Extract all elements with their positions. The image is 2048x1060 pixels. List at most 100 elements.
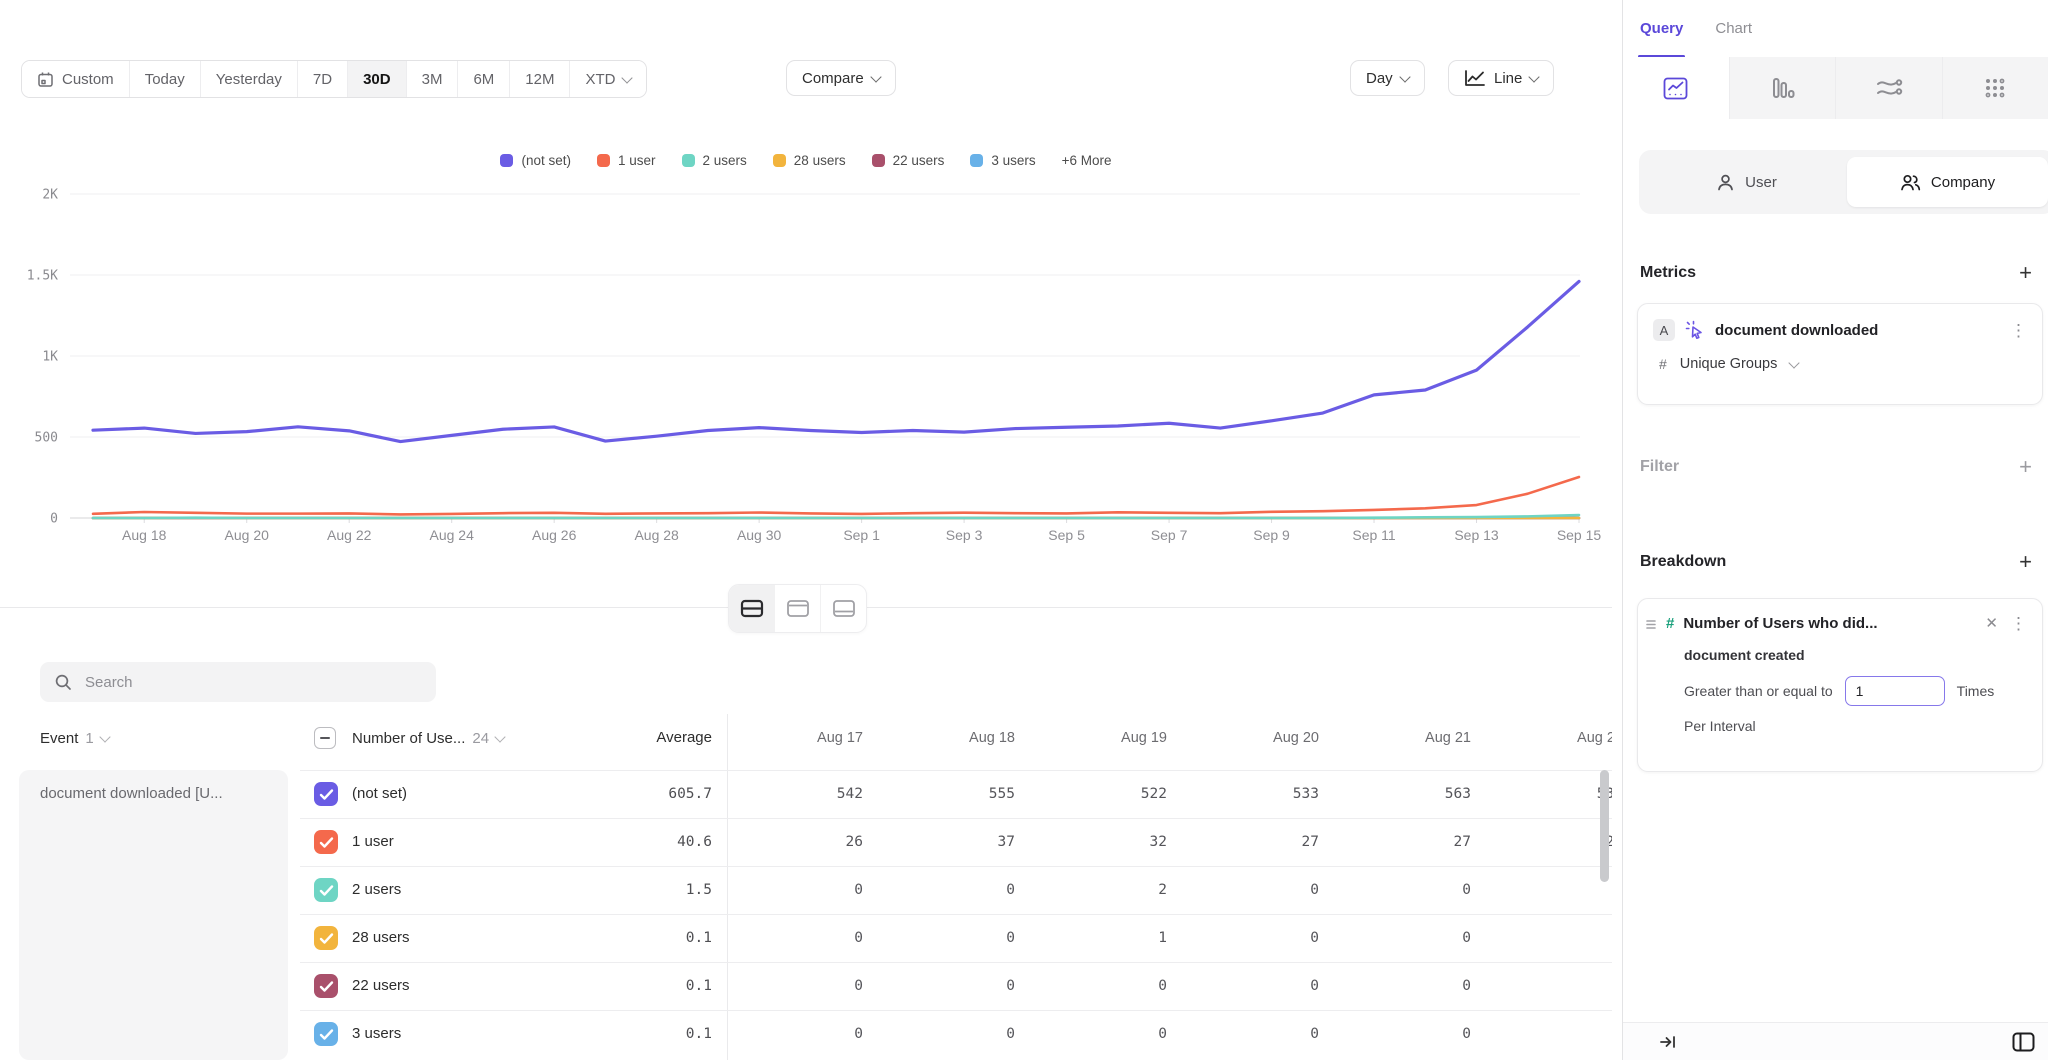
toggle-company[interactable]: Company	[1847, 157, 2048, 207]
average-value: 0.1	[560, 1010, 712, 1058]
value-cell: 0	[1485, 1010, 1612, 1058]
split-horizontal-icon	[740, 599, 764, 618]
range-label: Yesterday	[216, 71, 282, 88]
row-values: 542555522533563538	[725, 770, 1612, 818]
event-column-header[interactable]: Event 1	[40, 714, 109, 762]
breakdown-card[interactable]: # Number of Users who did... ✕ ⋮ documen…	[1637, 598, 2043, 772]
series-checkbox[interactable]	[314, 878, 338, 902]
company-icon	[1900, 173, 1921, 192]
value-cell: 28	[1485, 818, 1612, 866]
value-cell: 0	[877, 1010, 1029, 1058]
line-chart-icon	[1464, 70, 1486, 87]
average-column-header[interactable]: Average	[560, 714, 712, 762]
collapse-panel-icon[interactable]	[1659, 1034, 1677, 1050]
layout-toggle-panel-bottom[interactable]	[820, 585, 866, 632]
table-row[interactable]: 1 user40.6263732272728	[0, 818, 1612, 866]
date-column-header[interactable]: Aug 18	[877, 714, 1029, 762]
range-yesterday[interactable]: Yesterday	[200, 61, 297, 97]
add-metric-button[interactable]: +	[2019, 262, 2032, 284]
table-row[interactable]: 22 users0.1000000	[0, 962, 1612, 1010]
query-sidebar: Query Chart	[1622, 0, 2048, 1060]
event-header-label: Event	[40, 730, 78, 747]
tab-query[interactable]: Query	[1640, 0, 1683, 57]
range-7d[interactable]: 7D	[297, 61, 347, 97]
date-column-headers: Aug 17Aug 18Aug 19Aug 20Aug 21Aug 22	[725, 714, 1612, 762]
date-column-header[interactable]: Aug 22	[1485, 714, 1612, 762]
drag-handle-icon[interactable]	[1645, 618, 1657, 630]
breakdown-section-header: Breakdown +	[1640, 547, 2032, 577]
table-row[interactable]: 28 users0.1001000	[0, 914, 1612, 962]
chart-type-button[interactable]: Line	[1448, 60, 1554, 96]
range-3m[interactable]: 3M	[406, 61, 458, 97]
range-label: 30D	[363, 71, 391, 88]
range-30d[interactable]: 30D	[347, 61, 406, 97]
condition-value-input[interactable]	[1845, 676, 1945, 706]
layout-toggle-panel-top[interactable]	[774, 585, 820, 632]
side-panel-icon[interactable]	[2012, 1032, 2035, 1052]
series-label: 1 user	[352, 818, 394, 866]
tab-grid-chart[interactable]	[1942, 57, 2048, 119]
x-axis-tick-label: Aug 22	[327, 527, 372, 543]
range-xtd[interactable]: XTD	[569, 61, 646, 97]
date-column-header[interactable]: Aug 20	[1181, 714, 1333, 762]
table-row[interactable]: 2 users1.5002000	[0, 866, 1612, 914]
range-label: Custom	[62, 71, 114, 88]
chevron-down-icon	[1789, 357, 1800, 368]
metric-menu-icon[interactable]: ⋮	[2007, 322, 2030, 339]
event-count: 1	[85, 730, 93, 747]
value-cell: 0	[1485, 866, 1612, 914]
table-scrollbar[interactable]	[1600, 770, 1609, 882]
table-row[interactable]: (not set)605.7542555522533563538	[0, 770, 1612, 818]
date-column-header[interactable]: Aug 19	[1029, 714, 1181, 762]
range-today[interactable]: Today	[129, 61, 200, 97]
add-filter-button[interactable]: +	[2019, 456, 2032, 478]
value-cell: 0	[725, 962, 877, 1010]
x-axis-tick-label: Sep 1	[843, 527, 880, 543]
value-cell: 0	[877, 962, 1029, 1010]
granularity-button[interactable]: Day	[1350, 60, 1425, 96]
aggregation-dropdown[interactable]: # Unique Groups	[1638, 341, 2042, 372]
breakdown-menu-icon[interactable]: ⋮	[2007, 615, 2030, 632]
value-cell: 0	[1181, 866, 1333, 914]
table-row[interactable]: 3 users0.1000000	[0, 1010, 1612, 1058]
date-column-header[interactable]: Aug 17	[725, 714, 877, 762]
range-label: Today	[145, 71, 185, 88]
series-column-header[interactable]: Number of Use... 24	[352, 714, 504, 762]
value-cell: 0	[877, 866, 1029, 914]
select-all-checkbox[interactable]	[314, 727, 336, 749]
series-checkbox[interactable]	[314, 926, 338, 950]
value-cell: 0	[725, 866, 877, 914]
value-cell: 538	[1485, 770, 1612, 818]
toggle-user[interactable]: User	[1646, 157, 1847, 207]
metric-card[interactable]: A document downloaded ⋮ # Unique Groups	[1637, 303, 2043, 405]
series-checkbox[interactable]	[314, 830, 338, 854]
average-value: 40.6	[560, 818, 712, 866]
range-12m[interactable]: 12M	[509, 61, 569, 97]
x-axis-tick-label: Sep 5	[1048, 527, 1085, 543]
tab-line-chart[interactable]	[1623, 57, 1729, 119]
value-cell: 27	[1333, 818, 1485, 866]
range-6m[interactable]: 6M	[457, 61, 509, 97]
range-label: 3M	[422, 71, 443, 88]
date-column-header[interactable]: Aug 21	[1333, 714, 1485, 762]
value-cell: 37	[877, 818, 1029, 866]
search-input[interactable]	[83, 673, 422, 692]
breakdown-title: Breakdown	[1640, 553, 1726, 571]
add-breakdown-button[interactable]: +	[2019, 551, 2032, 573]
series-checkbox[interactable]	[314, 1022, 338, 1046]
series-checkbox[interactable]	[314, 974, 338, 998]
x-axis-tick-label: Aug 28	[634, 527, 679, 543]
row-values: 000000	[725, 1010, 1612, 1058]
remove-breakdown-icon[interactable]: ✕	[1985, 616, 1998, 631]
tab-chart[interactable]: Chart	[1715, 0, 1752, 57]
x-axis-tick-label: Aug 24	[430, 527, 475, 543]
compare-button[interactable]: Compare	[786, 60, 896, 96]
value-cell: 0	[1485, 962, 1612, 1010]
granularity-label: Day	[1366, 70, 1393, 87]
range-custom[interactable]: Custom	[22, 61, 129, 97]
toggle-user-label: User	[1745, 174, 1777, 191]
series-checkbox[interactable]	[314, 782, 338, 806]
tab-bar-chart[interactable]	[1729, 57, 1836, 119]
layout-toggle-split-horizontal[interactable]	[729, 585, 774, 632]
tab-flow-chart[interactable]	[1835, 57, 1942, 119]
